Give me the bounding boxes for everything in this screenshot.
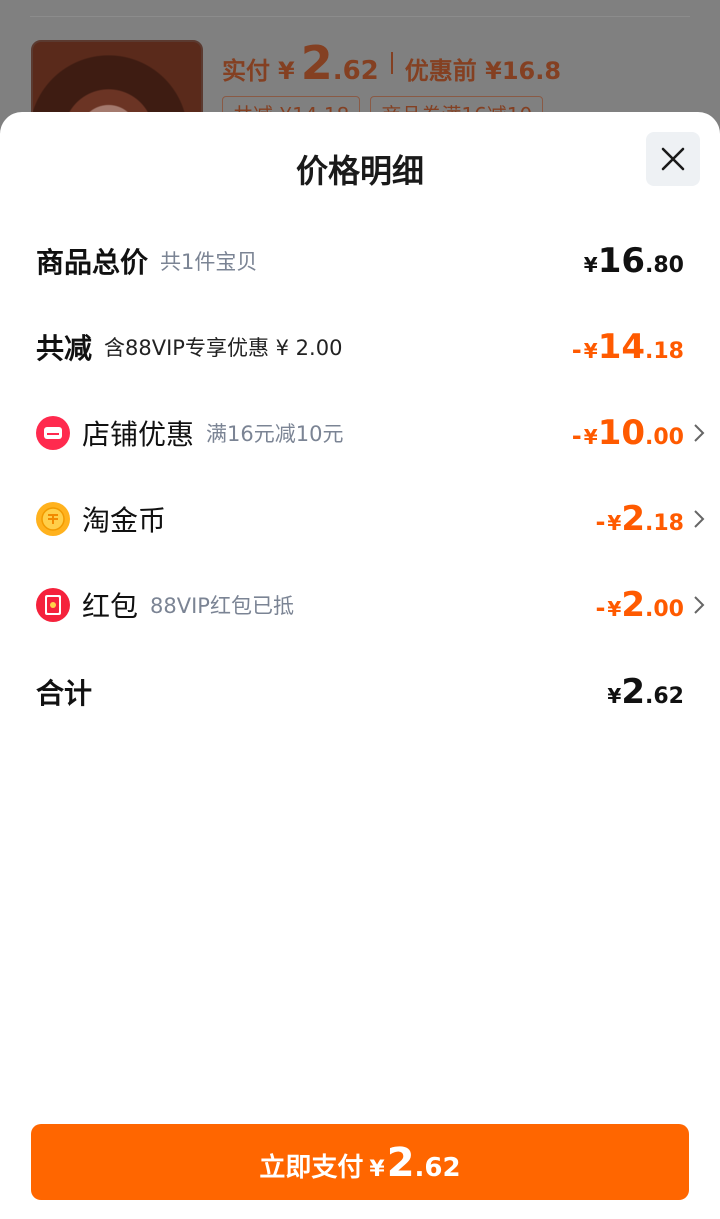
row-coin[interactable]: 淘金币 - ¥ 2 .18 bbox=[36, 494, 705, 544]
amount-decimal: .18 bbox=[645, 339, 684, 364]
row-title: 商品总价 bbox=[36, 246, 149, 279]
coin-icon bbox=[36, 502, 70, 536]
row-title: 店铺优惠 bbox=[82, 418, 195, 451]
close-button[interactable] bbox=[646, 132, 700, 186]
row-title: 淘金币 bbox=[82, 504, 167, 537]
amount-decimal: .00 bbox=[645, 597, 684, 622]
amount-integer: 2 bbox=[621, 499, 646, 539]
shop-icon bbox=[36, 416, 70, 450]
red-packet-icon bbox=[36, 588, 70, 622]
row-title: 共减 bbox=[36, 332, 93, 365]
amount-decimal: .62 bbox=[414, 1153, 461, 1183]
row-subtitle: 满16元减10元 bbox=[206, 422, 344, 446]
shop-discount-amount: - ¥ 10 .00 bbox=[572, 413, 684, 453]
price-label: 实付 bbox=[222, 57, 270, 85]
currency-symbol: ¥ bbox=[583, 339, 598, 363]
minus-sign: - bbox=[571, 336, 582, 364]
amount-decimal: .00 bbox=[645, 425, 684, 450]
chevron-right-icon bbox=[688, 423, 710, 443]
currency-symbol: ¥ bbox=[369, 1157, 385, 1182]
amount-integer: 2 bbox=[621, 585, 646, 625]
currency-symbol: ¥ bbox=[583, 425, 598, 449]
row-total-price: 商品总价 共1件宝贝 ¥ 16 .80 bbox=[36, 236, 684, 286]
row-sum: 合计 ¥ 2 .62 bbox=[36, 667, 684, 717]
amount-decimal: .80 bbox=[645, 253, 684, 278]
chevron-right-icon bbox=[688, 509, 710, 529]
currency-symbol: ¥ bbox=[583, 253, 598, 277]
original-price: 优惠前 ¥16.8 bbox=[404, 57, 562, 85]
minus-sign: - bbox=[595, 508, 606, 536]
row-subtitle: 共1件宝贝 bbox=[160, 250, 258, 274]
total-amount: ¥ 16 .80 bbox=[584, 241, 684, 281]
amount-integer: 10 bbox=[597, 413, 646, 453]
close-icon bbox=[661, 147, 685, 171]
price-decimal: .62 bbox=[332, 56, 379, 86]
row-subtitle: 含88VIP专享优惠 ¥ 2.00 bbox=[104, 336, 343, 360]
row-title: 合计 bbox=[36, 677, 93, 710]
amount-decimal: .62 bbox=[645, 684, 684, 709]
amount-integer: 16 bbox=[597, 241, 646, 281]
price-detail-sheet: 价格明细 商品总价 共1件宝贝 ¥ 16 .80 共减 含88VIP专享优惠 ¥… bbox=[0, 112, 720, 1219]
minus-sign: - bbox=[595, 594, 606, 622]
currency-symbol: ¥ bbox=[607, 511, 622, 535]
separator bbox=[390, 52, 393, 74]
sheet-title: 价格明细 bbox=[295, 152, 424, 190]
coin-amount: - ¥ 2 .18 bbox=[595, 499, 684, 539]
row-red-packet[interactable]: 红包 88VIP红包已抵 - ¥ 2 .00 bbox=[36, 580, 705, 630]
pay-now-button[interactable]: 立即支付 ¥ 2 .62 bbox=[31, 1124, 689, 1200]
row-title: 红包 bbox=[82, 590, 139, 623]
amount-decimal: .18 bbox=[645, 511, 684, 536]
divider bbox=[30, 16, 690, 17]
sum-amount: ¥ 2 .62 bbox=[607, 672, 684, 712]
pay-button-label: 立即支付 bbox=[259, 1153, 364, 1183]
row-subtitle: 88VIP红包已抵 bbox=[150, 594, 294, 618]
currency-symbol: ¥ bbox=[607, 597, 622, 621]
red-packet-amount: - ¥ 2 .00 bbox=[595, 585, 684, 625]
currency-symbol: ¥ bbox=[607, 684, 622, 708]
minus-sign: - bbox=[571, 422, 582, 450]
price-integer: 2 bbox=[300, 36, 333, 90]
currency-symbol: ¥ bbox=[278, 57, 295, 85]
chevron-right-icon bbox=[688, 595, 710, 615]
discount-amount: - ¥ 14 .18 bbox=[572, 327, 684, 367]
amount-integer: 14 bbox=[597, 327, 646, 367]
row-total-discount: 共减 含88VIP专享优惠 ¥ 2.00 - ¥ 14 .18 bbox=[36, 322, 684, 372]
row-shop-discount[interactable]: 店铺优惠 满16元减10元 - ¥ 10 .00 bbox=[36, 408, 705, 458]
background-price: 实付 ¥ 2 .62 优惠前 ¥16.8 bbox=[222, 36, 561, 90]
amount-integer: 2 bbox=[386, 1140, 415, 1186]
amount-integer: 2 bbox=[621, 672, 646, 712]
